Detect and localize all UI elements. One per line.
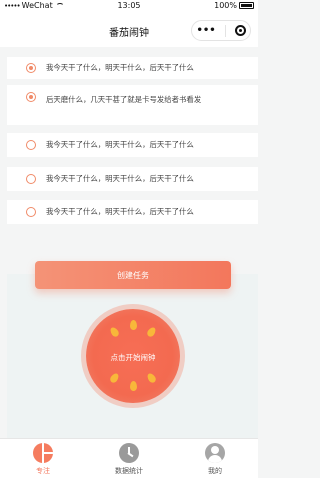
target-circle-icon[interactable]	[234, 25, 246, 36]
task-item[interactable]: 我今天干了什么，明天干什么，后天干了什么	[7, 57, 258, 79]
focus-icon	[33, 443, 53, 463]
task-item[interactable]: 我今天干了什么，明天干什么，后天干了什么	[7, 133, 258, 157]
status-bar: ••••• WeChat 13:05 100%	[0, 0, 258, 13]
tab-label: 专注	[36, 467, 50, 475]
task-text: 我今天干了什么，明天干什么，后天干了什么	[46, 63, 194, 72]
tomato-seed	[145, 325, 158, 339]
task-item[interactable]: 我今天干了什么，明天干什么，后天干了什么	[7, 167, 258, 191]
tab-mine[interactable]: 我的	[172, 439, 258, 478]
start-alarm-label: 点击开始闹钟	[110, 353, 156, 362]
task-text: 后天磨什么，几天干甚了就是卡号发给者书看发	[46, 95, 202, 104]
user-icon	[205, 443, 225, 463]
tab-bar: 专注 数据统计 我的	[0, 438, 258, 478]
tomato-start-button[interactable]: 点击开始闹钟	[86, 309, 180, 403]
more-dots-icon[interactable]: •••	[196, 25, 215, 35]
tomato-seed	[145, 371, 158, 385]
tomato-seed	[108, 325, 121, 339]
clock-stats-icon	[119, 443, 139, 463]
task-item[interactable]: 我今天干了什么，明天干什么，后天干了什么	[7, 200, 258, 224]
battery-percent: 100%	[214, 1, 237, 10]
task-radio[interactable]	[26, 174, 36, 184]
tab-statistics[interactable]: 数据统计	[86, 439, 172, 478]
tomato-seed	[108, 371, 121, 385]
task-text: 我今天干了什么，明天干什么，后天干了什么	[46, 174, 194, 183]
tab-label: 我的	[208, 467, 222, 475]
task-text: 我今天干了什么，明天干什么，后天干了什么	[46, 140, 194, 149]
task-radio[interactable]	[26, 207, 36, 217]
battery-icon	[239, 2, 254, 9]
task-radio-checked[interactable]	[26, 92, 36, 102]
task-radio[interactable]	[26, 140, 36, 150]
status-right: 100%	[214, 1, 254, 10]
task-radio-checked[interactable]	[26, 63, 36, 73]
tomato-icon[interactable]: 点击开始闹钟	[86, 309, 180, 403]
task-text: 我今天干了什么，明天干什么，后天干了什么	[46, 207, 194, 216]
tomato-seed	[130, 320, 137, 330]
tomato-seed	[130, 381, 137, 391]
miniprogram-capsule: •••	[191, 20, 251, 41]
capsule-divider	[224, 24, 226, 37]
task-item[interactable]: 后天磨什么，几天干甚了就是卡号发给者书看发	[7, 85, 258, 125]
nav-bar: 番茄闹钟 •••	[0, 13, 258, 47]
tab-focus[interactable]: 专注	[0, 439, 86, 478]
create-task-button[interactable]: 创建任务	[35, 261, 231, 289]
tab-label: 数据统计	[115, 467, 143, 475]
